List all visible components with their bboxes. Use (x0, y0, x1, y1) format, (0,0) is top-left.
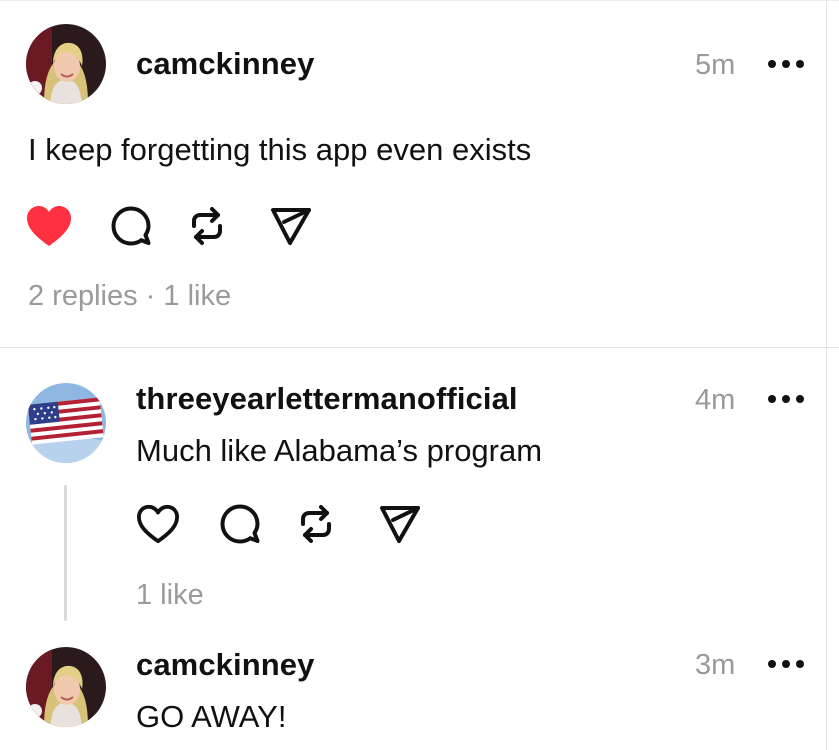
more-icon[interactable] (768, 658, 804, 670)
repost-button[interactable] (182, 201, 232, 251)
post-2-stats[interactable]: 1 like (136, 579, 204, 612)
thread-line (64, 485, 67, 621)
post-1-username[interactable]: camckinney (136, 46, 315, 82)
post-1-actions (24, 201, 324, 251)
avatar-threeyearlettermanofficial[interactable] (26, 383, 106, 463)
scroll-edge (826, 0, 827, 750)
avatar-camckinney[interactable] (26, 647, 106, 727)
top-divider (0, 0, 839, 1)
repost-button[interactable] (291, 499, 341, 549)
thread-feed: camckinney 5m I keep forgetting this app… (0, 0, 839, 750)
avatar-camckinney[interactable] (26, 24, 106, 104)
reply-button[interactable] (215, 499, 265, 549)
post-3-timestamp: 3m (695, 649, 736, 681)
like-button[interactable] (133, 499, 183, 549)
share-button[interactable] (266, 201, 316, 251)
like-button[interactable] (24, 201, 74, 251)
more-icon[interactable] (768, 58, 804, 70)
post-2-username[interactable]: threeyearlettermanofficial (136, 381, 518, 417)
reply-button[interactable] (106, 201, 156, 251)
comment-icon (220, 504, 260, 544)
heart-icon (27, 206, 71, 246)
share-button[interactable] (375, 499, 425, 549)
send-icon (380, 506, 420, 543)
send-icon (271, 208, 311, 245)
post-1-stats[interactable]: 2 replies · 1 like (28, 280, 231, 313)
post-divider (0, 347, 839, 348)
post-2-actions (133, 499, 433, 549)
post-3-text: GO AWAY! (136, 699, 287, 734)
post-3-username[interactable]: camckinney (136, 647, 315, 683)
post-1-timestamp: 5m (695, 49, 736, 81)
more-icon[interactable] (768, 393, 804, 405)
repost-icon (192, 207, 222, 245)
repost-icon (301, 505, 331, 543)
comment-icon (111, 206, 151, 246)
post-2-text: Much like Alabama’s program (136, 433, 543, 468)
post-1-text: I keep forgetting this app even exists (28, 132, 532, 167)
heart-icon (137, 504, 179, 544)
post-2-timestamp: 4m (695, 384, 736, 416)
